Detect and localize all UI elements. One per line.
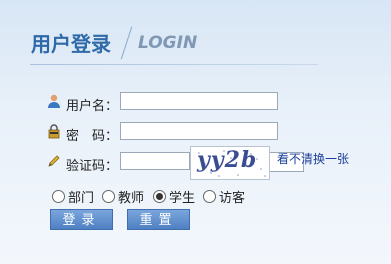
lock-icon [48,124,60,139]
role-label: 访客 [219,191,246,206]
captcha-label: 验证码： [66,159,119,174]
password-row: 密 码： [46,121,286,144]
captcha-text: yy2b [197,147,258,173]
radio-dot-selected[interactable] [153,190,166,203]
page-subtitle: LOGIN [138,33,198,53]
radio-dot[interactable] [203,190,216,203]
login-button[interactable]: 登录 [50,209,113,230]
username-label: 用户名： [66,99,119,114]
role-option-department[interactable]: 部门 [52,187,95,206]
role-label: 教师 [118,191,145,206]
role-option-teacher[interactable]: 教师 [102,187,145,206]
role-label: 部门 [68,191,95,206]
page-title: 用户登录 [31,32,111,56]
role-option-visitor[interactable]: 访客 [203,187,246,206]
username-input[interactable] [120,92,278,110]
radio-dot[interactable] [102,190,115,203]
reset-button[interactable]: 重置 [127,209,190,230]
captcha-image[interactable]: yy2b [190,146,270,180]
refresh-captcha-link[interactable]: 看不清换一张 [277,150,349,167]
user-icon [48,94,60,108]
password-input[interactable] [120,122,278,140]
role-label: 学生 [169,191,196,206]
role-option-student[interactable]: 学生 [153,187,196,206]
captcha-row: 验证码： [46,151,190,174]
captcha-input[interactable] [120,152,190,170]
password-label: 密 码： [66,129,119,144]
pencil-icon [48,155,60,167]
header-divider [30,64,318,65]
username-row: 用户名： [46,91,286,114]
title-divider [120,26,133,60]
radio-dot[interactable] [52,190,65,203]
